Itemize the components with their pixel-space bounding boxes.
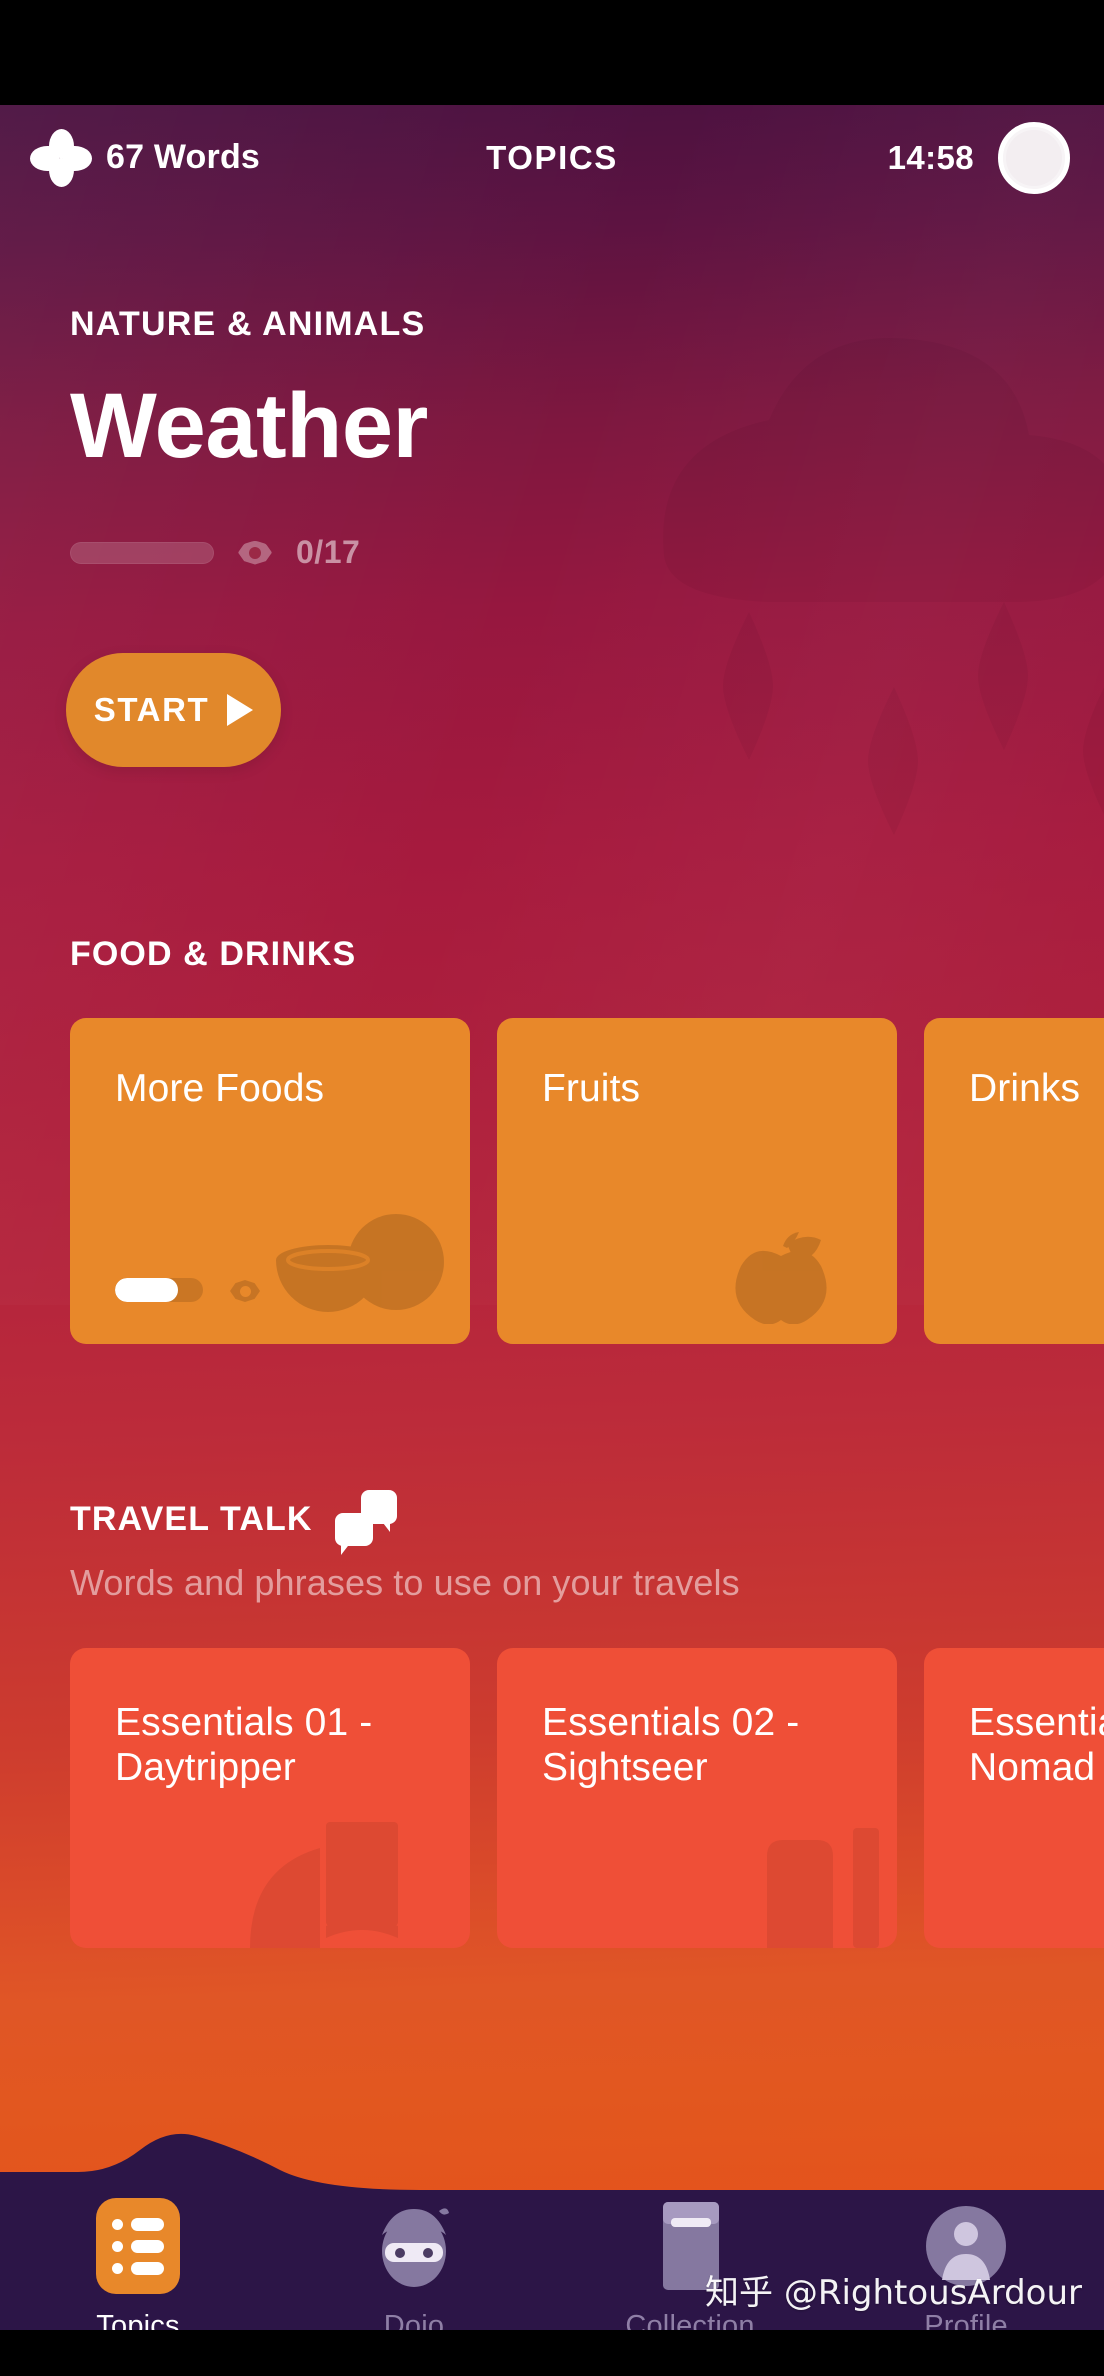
list-icon	[93, 2196, 183, 2296]
topic-card-title: Essentials 01 - Daytripper	[115, 1701, 373, 1790]
nav-item-profile[interactable]: Profile	[876, 2196, 1056, 2343]
topic-card-title: Fruits	[542, 1067, 641, 1110]
topic-card-title: Drinks	[969, 1067, 1081, 1110]
speech-bubbles-icon	[334, 1490, 397, 1555]
play-icon	[227, 694, 254, 726]
topic-card-progress-bar	[115, 1278, 203, 1302]
section-heading-travel: TRAVEL TALK	[70, 1490, 1104, 1555]
hero-category: NATURE & ANIMALS	[70, 305, 426, 343]
nav-item-collection[interactable]: Collection	[600, 2196, 780, 2343]
section-subtitle-travel: Words and phrases to use on your travels	[70, 1562, 740, 1603]
camera-illustration	[767, 1828, 879, 1948]
apple-icon	[735, 1232, 827, 1324]
hero-progress-row: 0/17	[70, 534, 1104, 571]
topic-card-title: Essentials 02 - Sightseer	[542, 1701, 800, 1790]
header-right-group: 14:58	[887, 121, 1070, 194]
eye-icon	[230, 1280, 260, 1302]
app-header: 67 Words TOPICS 14:58	[0, 105, 1104, 210]
hero-title: Weather	[70, 375, 428, 477]
status-bar	[0, 0, 1104, 105]
hero-progress-bar	[70, 541, 214, 564]
section-heading-food: FOOD & DRINKS	[70, 935, 1104, 974]
book-icon	[645, 2196, 735, 2296]
section-heading-food-label: FOOD & DRINKS	[70, 935, 357, 973]
clock-label: 14:58	[887, 138, 974, 176]
clover-logo-icon	[30, 128, 92, 187]
eye-icon	[238, 540, 272, 565]
phone-screen: 67 Words TOPICS 14:58 NATURE & ANIMALS W…	[0, 0, 1104, 2376]
book-illustration	[250, 1822, 398, 1948]
bag-illustration	[1084, 1798, 1104, 1948]
topic-card-essentials-01[interactable]: Essentials 01 - Daytripper	[70, 1648, 470, 1948]
topic-card-essentials-03[interactable]: Essentials 03 - Nomad	[924, 1648, 1104, 1948]
travel-card-rail[interactable]: Essentials 01 - Daytripper Essentials 02…	[0, 1648, 1104, 1948]
person-icon	[921, 2196, 1011, 2296]
home-indicator-area	[0, 2330, 1104, 2376]
nav-item-topics[interactable]: Topics	[48, 2196, 228, 2343]
ninja-icon	[369, 2196, 459, 2296]
word-count-badge[interactable]: 67 Words	[30, 128, 261, 187]
nav-item-dojo[interactable]: Dojo	[324, 2196, 504, 2343]
topic-card-title: More Foods	[115, 1067, 325, 1110]
section-food-drinks: FOOD & DRINKS More Foods Fruits Drinks	[0, 935, 1104, 1344]
hero-progress-label: 0/17	[296, 534, 361, 570]
section-travel-talk: TRAVEL TALK Words and phrases to use on …	[0, 1490, 1104, 1948]
start-button-label: START	[93, 691, 210, 728]
topic-card-drinks[interactable]: Drinks	[924, 1018, 1104, 1344]
topic-card-fruits[interactable]: Fruits	[497, 1018, 897, 1344]
coconut-icon	[276, 1214, 444, 1312]
word-count-label: 67 Words	[106, 138, 261, 176]
cloud-rain-illustration	[663, 337, 1104, 835]
topic-card-essentials-02[interactable]: Essentials 02 - Sightseer	[497, 1648, 897, 1948]
topic-card-more-foods[interactable]: More Foods	[70, 1018, 470, 1344]
scroll-content[interactable]: 67 Words TOPICS 14:58 NATURE & ANIMALS W…	[0, 105, 1104, 2376]
topic-card-title: Essentials 03 - Nomad	[969, 1701, 1104, 1790]
section-heading-travel-label: TRAVEL TALK	[70, 1499, 313, 1538]
avatar[interactable]	[998, 121, 1070, 194]
food-card-rail[interactable]: More Foods Fruits Drinks	[0, 1018, 1104, 1344]
start-button[interactable]: START	[66, 653, 281, 767]
